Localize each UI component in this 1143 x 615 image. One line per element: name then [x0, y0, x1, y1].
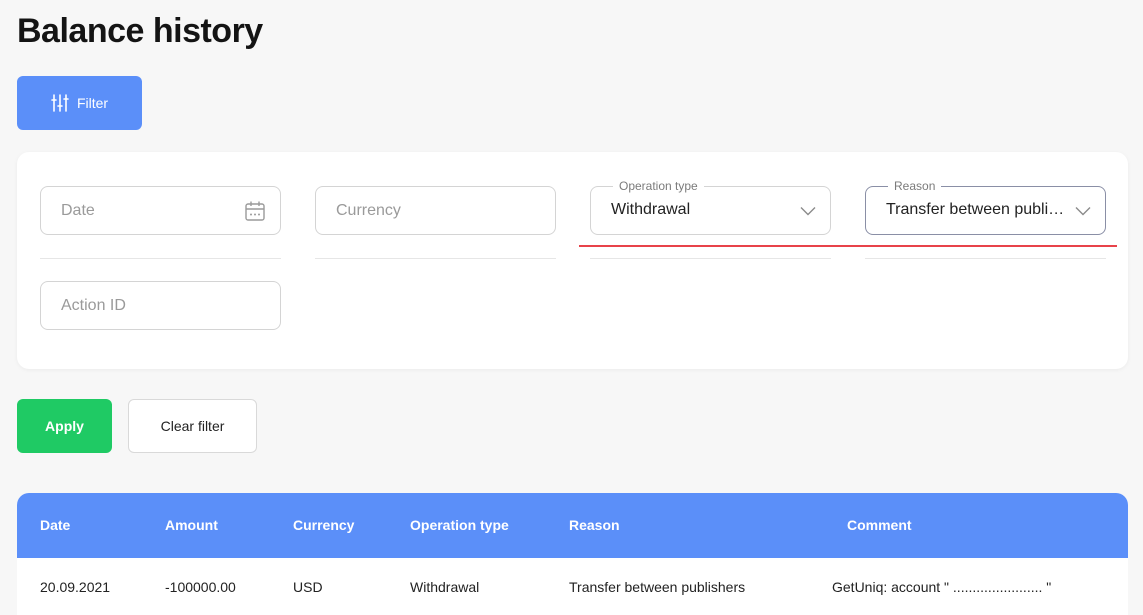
operation-type-select[interactable]: Operation type Withdrawal — [590, 179, 831, 235]
column-header-amount[interactable]: Amount — [165, 517, 218, 533]
balance-table: Date Amount Currency Operation type Reas… — [17, 493, 1128, 615]
table-row[interactable]: 20.09.2021 -100000.00 USD Withdrawal Tra… — [17, 558, 1128, 615]
reason-value: Transfer between publishers — [886, 201, 1065, 218]
reason-divider — [865, 258, 1106, 259]
chevron-down-icon[interactable] — [800, 206, 816, 216]
date-divider — [40, 258, 281, 259]
chevron-down-icon[interactable] — [1075, 206, 1091, 216]
reason-label: Reason — [888, 179, 942, 193]
balance-history-page: Balance history Filter Date Currency Ope… — [0, 0, 1143, 615]
cell-amount: -100000.00 — [165, 579, 236, 595]
filter-toggle-label: Filter — [76, 95, 109, 111]
operation-type-value: Withdrawal — [611, 201, 691, 218]
currency-divider — [315, 258, 556, 259]
action-id-field[interactable] — [40, 281, 281, 330]
calendar-icon[interactable] — [244, 200, 266, 222]
filter-panel: Operation type Withdrawal Reason Transfe… — [17, 152, 1128, 369]
reason-select[interactable]: Reason Transfer between publishers — [865, 179, 1106, 235]
filter-toggle-button[interactable]: Filter — [17, 76, 142, 130]
cell-reason: Transfer between publishers — [569, 579, 746, 595]
column-header-operation-type[interactable]: Operation type — [410, 517, 509, 533]
currency-field[interactable] — [315, 186, 556, 235]
operation-type-divider — [590, 258, 831, 259]
cell-date: 20.09.2021 — [40, 579, 111, 595]
sliders-icon — [51, 94, 69, 112]
column-header-currency[interactable]: Currency — [293, 517, 354, 533]
apply-button[interactable]: Apply — [17, 399, 112, 453]
cell-comment: GetUniq: account " .....................… — [832, 579, 1052, 595]
date-field[interactable] — [40, 186, 281, 235]
action-id-input[interactable] — [41, 282, 280, 329]
clear-filter-button[interactable]: Clear filter — [128, 399, 257, 453]
cell-currency: USD — [293, 579, 323, 595]
page-title: Balance history — [17, 12, 263, 50]
table-header: Date Amount Currency Operation type Reas… — [17, 493, 1128, 558]
currency-input[interactable] — [316, 187, 555, 234]
cell-operation-type: Withdrawal — [410, 579, 480, 595]
highlight-underline — [579, 245, 1117, 247]
column-header-comment[interactable]: Comment — [847, 517, 912, 533]
column-header-date[interactable]: Date — [40, 517, 70, 533]
operation-type-label: Operation type — [613, 179, 704, 193]
column-header-reason[interactable]: Reason — [569, 517, 620, 533]
